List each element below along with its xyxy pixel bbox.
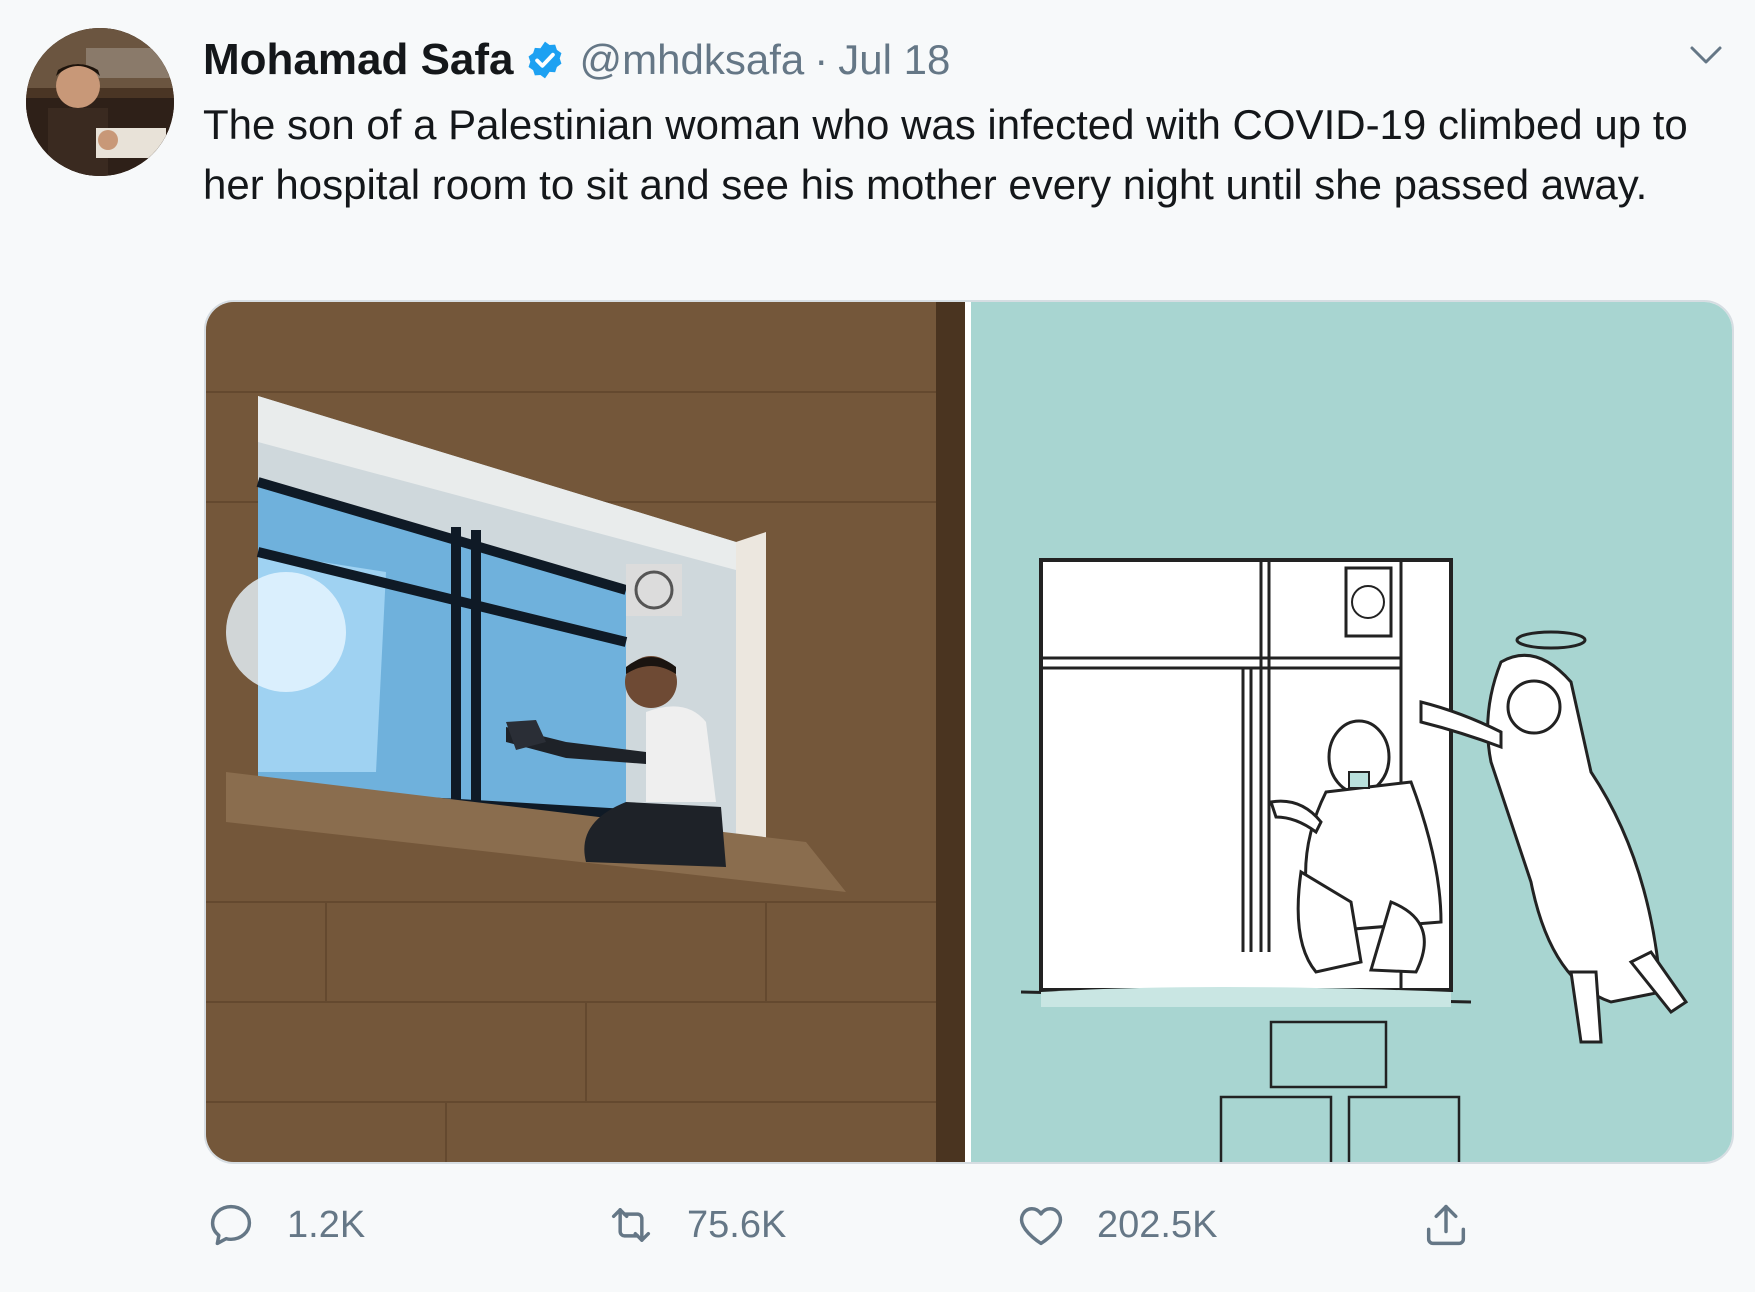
tweet-date[interactable]: Jul 18 xyxy=(838,36,950,84)
tweet-card[interactable]: Mohamad Safa @mhdksafa · Jul 18 The son … xyxy=(0,0,1755,1292)
reply-icon xyxy=(210,1204,252,1246)
reply-button[interactable]: 1.2K xyxy=(205,1190,365,1260)
retweet-icon xyxy=(611,1208,651,1242)
cartoon-illustration[interactable] xyxy=(971,302,1732,1162)
verified-badge-icon xyxy=(528,41,561,79)
separator-dot: · xyxy=(814,36,829,83)
like-count: 202.5K xyxy=(1097,1203,1218,1246)
retweet-count: 75.6K xyxy=(687,1203,787,1246)
tweet-header: Mohamad Safa @mhdksafa · Jul 18 xyxy=(203,30,950,90)
chevron-down-icon[interactable] xyxy=(1686,40,1726,70)
share-icon xyxy=(1426,1204,1466,1246)
share-button[interactable] xyxy=(1420,1190,1472,1260)
reply-count: 1.2K xyxy=(287,1203,366,1246)
heart-icon xyxy=(1019,1207,1063,1246)
author-name[interactable]: Mohamad Safa xyxy=(203,35,514,85)
action-bar: 1.2K 75.6K 202.5K xyxy=(0,1190,1755,1260)
avatar-image xyxy=(26,28,174,176)
like-button[interactable]: 202.5K xyxy=(1015,1190,1217,1260)
tweet-media[interactable] xyxy=(204,300,1734,1164)
tweet-text: The son of a Palestinian woman who was i… xyxy=(203,101,1688,208)
photo-man-on-window-ledge[interactable] xyxy=(206,302,965,1162)
retweet-button[interactable]: 75.6K xyxy=(605,1190,786,1260)
avatar[interactable] xyxy=(26,28,174,176)
author-handle[interactable]: @mhdksafa xyxy=(580,36,805,84)
